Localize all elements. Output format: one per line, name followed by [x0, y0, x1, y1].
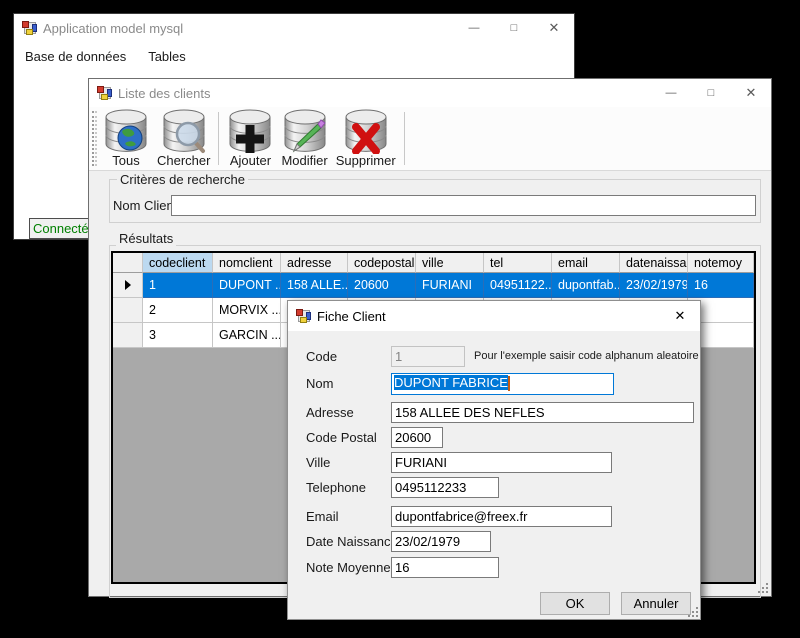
cell-email[interactable]: dupontfab... [552, 273, 620, 298]
toolbar: Tous Chercher Ajouter [89, 107, 771, 171]
cell-nomclient[interactable]: GARCIN ... [213, 323, 281, 348]
ville-label: Ville [306, 455, 330, 470]
menu-tables[interactable]: Tables [137, 45, 197, 68]
dialog-titlebar[interactable]: Fiche Client ✕ [288, 301, 700, 331]
column-header-adresse[interactable]: adresse [281, 253, 348, 273]
dialog-fiche-client: Fiche Client ✕ Code Pour l'exemple saisi… [287, 300, 701, 620]
telephone-field[interactable] [391, 477, 499, 498]
menu-base-de-donnees[interactable]: Base de données [14, 45, 137, 68]
database-edit-icon [282, 108, 328, 154]
column-header-datenaissance[interactable]: datenaissance [620, 253, 688, 273]
code-postal-label: Code Postal [306, 430, 377, 445]
date-naissance-field[interactable] [391, 531, 491, 552]
modifier-label: Modifier [281, 153, 327, 168]
ajouter-button[interactable]: Ajouter [223, 107, 277, 170]
minimize-icon[interactable]: — [651, 79, 691, 107]
ok-button[interactable]: OK [540, 592, 610, 615]
ville-field[interactable] [391, 452, 612, 473]
app-window-icon [22, 21, 37, 35]
ajouter-label: Ajouter [230, 153, 271, 168]
adresse-field[interactable] [391, 402, 694, 423]
supprimer-label: Supprimer [336, 153, 396, 168]
chercher-button[interactable]: Chercher [153, 107, 214, 170]
table-row[interactable]: 1 DUPONT ... 158 ALLE... 20600 FURIANI 0… [113, 273, 754, 298]
date-naissance-label: Date Naissance [306, 534, 398, 549]
note-moyenne-field[interactable] [391, 557, 499, 578]
supprimer-button[interactable]: Supprimer [332, 107, 400, 170]
column-header-notemoy[interactable]: notemoy [688, 253, 754, 273]
dialog-title: Fiche Client [317, 309, 386, 324]
list-window-titlebar[interactable]: Liste des clients — □ ✕ [89, 79, 771, 107]
maximize-icon[interactable]: □ [691, 79, 731, 107]
row-selector-cell[interactable] [113, 273, 143, 298]
minimize-icon[interactable]: — [454, 14, 494, 42]
note-moyenne-label: Note Moyenne [306, 560, 391, 575]
tous-button[interactable]: Tous [99, 107, 153, 170]
database-delete-icon [343, 108, 389, 154]
nom-client-label: Nom Client [113, 198, 177, 213]
modifier-button[interactable]: Modifier [277, 107, 331, 170]
cell-ville[interactable]: FURIANI [416, 273, 484, 298]
results-group-title: Résultats [116, 231, 176, 246]
cancel-button[interactable]: Annuler [621, 592, 691, 615]
column-header-codepostal[interactable]: codepostal [348, 253, 416, 273]
nom-label: Nom [306, 376, 333, 391]
telephone-label: Telephone [306, 480, 366, 495]
search-group-title: Critères de recherche [117, 172, 248, 187]
list-window-title: Liste des clients [118, 86, 211, 101]
code-postal-field[interactable] [391, 427, 443, 448]
desktop: { "colors": { "selection_blue": "#0078d7… [0, 0, 800, 638]
cell-adresse[interactable]: 158 ALLE... [281, 273, 348, 298]
menubar: Base de données Tables [14, 43, 574, 69]
toolbar-separator [404, 112, 405, 165]
code-label: Code [306, 349, 337, 364]
row-selector-cell[interactable] [113, 298, 143, 323]
adresse-label: Adresse [306, 405, 354, 420]
cell-codeclient[interactable]: 3 [143, 323, 213, 348]
database-globe-icon [103, 108, 149, 154]
tous-label: Tous [112, 153, 139, 168]
email-label: Email [306, 509, 339, 524]
cell-nomclient[interactable]: MORVIX ... [213, 298, 281, 323]
close-icon[interactable]: ✕ [731, 79, 771, 107]
nom-client-input[interactable] [171, 195, 756, 216]
current-row-arrow-icon [125, 280, 131, 290]
dialog-icon [296, 309, 311, 323]
column-header-codeclient[interactable]: codeclient [143, 253, 213, 273]
app-window-title: Application model mysql [43, 21, 183, 36]
list-window-icon [97, 86, 112, 100]
cell-tel[interactable]: 04951122... [484, 273, 552, 298]
row-selector-cell[interactable] [113, 323, 143, 348]
database-search-icon [161, 108, 207, 154]
cell-datenaissance[interactable]: 23/02/1979 [620, 273, 688, 298]
grid-corner-cell[interactable] [113, 253, 143, 273]
cell-codepostal[interactable]: 20600 [348, 273, 416, 298]
email-field[interactable] [391, 506, 612, 527]
toolbar-separator [218, 112, 219, 165]
column-header-tel[interactable]: tel [484, 253, 552, 273]
column-header-ville[interactable]: ville [416, 253, 484, 273]
cell-nomclient[interactable]: DUPONT ... [213, 273, 281, 298]
maximize-icon[interactable]: □ [494, 14, 534, 42]
resize-grip[interactable] [756, 581, 768, 593]
chercher-label: Chercher [157, 153, 210, 168]
column-header-email[interactable]: email [552, 253, 620, 273]
cell-notemoy[interactable]: 16 [688, 273, 754, 298]
nom-field[interactable]: DUPONT FABRICE [391, 373, 614, 395]
code-hint: Pour l'exemple saisir code alphanum alea… [474, 350, 699, 362]
code-field [391, 346, 465, 367]
cell-codeclient[interactable]: 2 [143, 298, 213, 323]
database-add-icon [227, 108, 273, 154]
toolbar-grip[interactable] [92, 111, 97, 166]
app-window-titlebar[interactable]: Application model mysql — □ ✕ [14, 14, 574, 42]
nom-selected-text: DUPONT FABRICE [394, 375, 508, 390]
close-icon[interactable]: ✕ [534, 14, 574, 42]
resize-grip[interactable] [686, 605, 698, 617]
column-header-nomclient[interactable]: nomclient [213, 253, 281, 273]
grid-header-row: codeclient nomclient adresse codepostal … [113, 253, 754, 273]
text-caret [508, 376, 510, 391]
cell-codeclient[interactable]: 1 [143, 273, 213, 298]
close-icon[interactable]: ✕ [660, 301, 700, 331]
